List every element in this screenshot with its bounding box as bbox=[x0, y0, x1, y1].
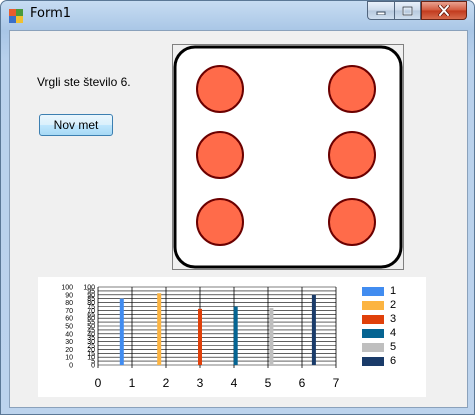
chart-y-tick-label-outer: 80 bbox=[65, 300, 73, 307]
chart-bar-6 bbox=[311, 294, 316, 365]
chart-y-tick-label-outer: 20 bbox=[65, 347, 73, 354]
chart-y-tick-label: 100 bbox=[83, 285, 95, 292]
chart-bar-5 bbox=[269, 308, 274, 365]
legend-label: 5 bbox=[390, 341, 397, 353]
die-pip bbox=[196, 131, 244, 179]
roll-frequency-chart: 100 90 80 70 60 50 40 30 20 10 0 0 5 10 15 20 25 30 35 40 45… bbox=[38, 277, 426, 397]
legend-label: 4 bbox=[390, 327, 397, 339]
chart-bar-1 bbox=[119, 298, 124, 365]
die-pip bbox=[196, 65, 244, 113]
app-icon bbox=[9, 9, 23, 23]
chart-y-tick-label-outer: 60 bbox=[65, 316, 73, 323]
die-pip bbox=[328, 198, 376, 246]
title-bar[interactable]: Form1 bbox=[1, 1, 475, 29]
chart-bar-3 bbox=[198, 308, 202, 365]
chart-x-tick-label: 6 bbox=[299, 376, 306, 390]
chart-plot: 1009080706050403020100 051015202530354045… bbox=[61, 285, 340, 391]
legend-swatch bbox=[362, 343, 384, 352]
chart-y-tick-label-outer: 90 bbox=[65, 292, 73, 299]
minimize-icon bbox=[376, 11, 386, 15]
chart-bar-2 bbox=[157, 293, 162, 365]
chart-y-tick-label-outer: 50 bbox=[65, 324, 73, 331]
die-pip bbox=[328, 131, 376, 179]
form-client-area: Vrgli ste število 6. Nov met 100 90 80 70 60… bbox=[9, 30, 468, 408]
legend-swatch bbox=[362, 301, 384, 310]
legend-label: 3 bbox=[390, 313, 397, 325]
chart-y-tick-label-outer: 100 bbox=[61, 285, 73, 292]
chart-y-tick-label-outer: 10 bbox=[65, 355, 73, 362]
close-icon bbox=[438, 5, 450, 16]
chart-y-tick-label-outer: 40 bbox=[65, 331, 73, 338]
die-pip bbox=[328, 65, 376, 113]
minimize-button[interactable] bbox=[367, 1, 394, 20]
maximize-button[interactable] bbox=[394, 1, 421, 20]
maximize-icon bbox=[402, 5, 413, 16]
legend-swatch bbox=[362, 357, 384, 366]
new-roll-button[interactable]: Nov met bbox=[39, 114, 113, 136]
chart-x-tick-label: 5 bbox=[265, 376, 272, 390]
result-label: Vrgli ste število 6. bbox=[37, 75, 131, 89]
legend-swatch bbox=[362, 329, 384, 338]
die-face bbox=[173, 45, 403, 269]
chart-x-tick-label: 2 bbox=[163, 376, 170, 390]
chart-x-tick-label: 7 bbox=[333, 376, 340, 390]
chart-y-tick-label-outer: 30 bbox=[65, 339, 73, 346]
chart-x-tick-label: 3 bbox=[197, 376, 204, 390]
chart-x-tick-label: 4 bbox=[231, 376, 238, 390]
legend-swatch bbox=[362, 287, 384, 296]
legend-label: 6 bbox=[390, 355, 397, 367]
chart-x-tick-label: 0 bbox=[95, 376, 102, 390]
new-roll-button-label: Nov met bbox=[53, 118, 99, 132]
die-picture bbox=[172, 44, 404, 270]
chart-y-tick-label-outer: 70 bbox=[65, 308, 73, 315]
chart-bar-4 bbox=[233, 306, 238, 365]
chart-x-tick-label: 1 bbox=[129, 376, 136, 390]
window-title: Form1 bbox=[30, 6, 72, 21]
legend-label: 2 bbox=[390, 299, 397, 311]
legend-label: 1 bbox=[390, 285, 397, 297]
app-window: Form1 Vrgli ste število 6. Nov met 100 9… bbox=[0, 0, 475, 415]
close-button[interactable] bbox=[421, 1, 467, 20]
legend-swatch bbox=[362, 315, 384, 324]
die-pip bbox=[196, 198, 244, 246]
chart-y-tick-label-outer: 0 bbox=[69, 363, 73, 370]
